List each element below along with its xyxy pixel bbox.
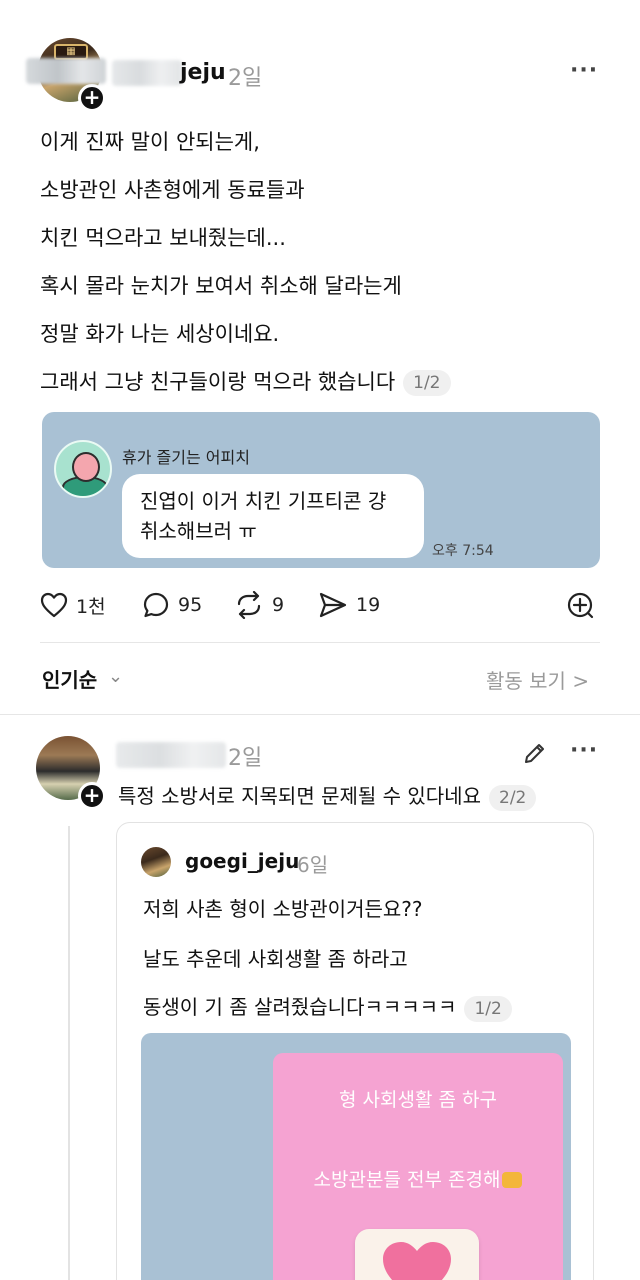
follow-plus-icon[interactable]: + <box>78 84 106 112</box>
quoted-text-line: 저희 사촌 형이 소방관이거든요?? <box>143 897 423 921</box>
blurred-username <box>116 742 226 768</box>
heart-icon <box>40 592 68 618</box>
post-text-line: 소방관인 사촌형에게 동료들과 <box>40 178 305 202</box>
blurred-username-2 <box>112 60 182 86</box>
chat-sender-name: 휴가 즐기는 어피치 <box>122 448 250 467</box>
post-text-line: 그래서 그냥 친구들이랑 먹으라 했습니다 1/2 <box>40 366 451 396</box>
reply-text-body: 특정 소방서로 지목되면 문제될 수 있다네요 <box>118 784 481 808</box>
chat-bubble-line: 취소해브러 ㅠ <box>140 519 257 543</box>
post-text-line: 정말 화가 나는 세상이네요. <box>40 322 280 346</box>
comment-count: 95 <box>178 594 203 616</box>
quoted-text-line: 동생이 기 좀 살려줬습니다ㅋㅋㅋㅋㅋ 1/2 <box>143 991 512 1022</box>
chat-bubble: 진엽이 이거 치킨 기프티콘 걍 취소해브러 ㅠ <box>122 474 424 558</box>
activity-link[interactable]: 활동 보기 > <box>486 665 589 694</box>
repost-icon <box>237 591 261 619</box>
add-quote-button[interactable] <box>566 590 602 620</box>
heart-icon <box>383 1242 451 1280</box>
sort-dropdown[interactable]: 인기순 <box>42 664 97 693</box>
more-options-icon[interactable]: ··· <box>570 738 598 763</box>
gift-card-text: 형 사회생활 좀 하구 <box>339 1089 497 1111</box>
like-button[interactable]: 1천 <box>40 590 106 620</box>
chat-avatar <box>54 440 112 498</box>
post-text-last: 그래서 그냥 친구들이랑 먹으라 했습니다 <box>40 370 396 394</box>
heart-sticker <box>355 1229 479 1280</box>
quoted-username[interactable]: goegi_jeju <box>185 849 299 873</box>
quoted-author-avatar <box>141 847 171 877</box>
chevron-down-icon[interactable]: ⌄ <box>108 666 123 687</box>
repost-count: 9 <box>272 594 285 616</box>
post-username[interactable]: jeju <box>180 60 226 85</box>
gift-card: 형 사회생활 좀 하구 소방관분들 전부 존경해 <box>273 1053 563 1280</box>
follow-plus-icon[interactable]: + <box>78 782 106 810</box>
share-count: 19 <box>356 594 381 616</box>
share-button[interactable]: 19 <box>318 590 380 620</box>
post-text-line: 혹시 몰라 눈치가 보여서 취소해 달라는게 <box>40 274 402 298</box>
chat-time: 오후 7:54 <box>432 543 494 559</box>
send-icon <box>319 592 347 618</box>
repost-button[interactable]: 9 <box>234 590 284 620</box>
like-count: 1천 <box>76 595 106 618</box>
quoted-text-last: 동생이 기 좀 살려줬습니다ㅋㅋㅋㅋㅋ <box>143 995 457 1019</box>
post-text-line: 이게 진짜 말이 안되는게, <box>40 130 260 154</box>
thread-pager: 1/2 <box>403 370 451 396</box>
quoted-text-line: 날도 추운데 사회생활 좀 하라고 <box>143 947 408 971</box>
comment-button[interactable]: 95 <box>142 590 202 620</box>
thread-pager: 2/2 <box>489 784 537 811</box>
blurred-username <box>26 58 106 84</box>
avatar-face <box>72 452 100 482</box>
reply-time: 2일 <box>228 746 263 771</box>
post-time: 2일 <box>228 66 263 91</box>
gift-card-text-2: 소방관분들 전부 존경해 <box>313 1169 501 1191</box>
gift-card-text-line: 소방관분들 전부 존경해 <box>273 1165 563 1192</box>
plus-circle-icon <box>567 592 594 619</box>
post-text-line: 치킨 먹으라고 보내줬는데... <box>40 226 286 250</box>
edit-icon[interactable] <box>522 740 548 770</box>
thread-connector-line <box>68 826 70 1280</box>
divider <box>0 714 640 715</box>
quoted-time: 6일 <box>297 853 329 877</box>
divider <box>40 642 600 643</box>
reply-text: 특정 소방서로 지목되면 문제될 수 있다네요 2/2 <box>118 780 537 811</box>
post-image[interactable]: 휴가 즐기는 어피치 진엽이 이거 치킨 기프티콘 걍 취소해브러 ㅠ 오후 7… <box>42 412 600 568</box>
gift-emoji-icon <box>502 1172 523 1188</box>
comment-icon <box>143 592 169 618</box>
quoted-image[interactable]: 형 사회생활 좀 하구 소방관분들 전부 존경해 <box>141 1033 571 1280</box>
thread-pager: 1/2 <box>464 995 512 1022</box>
quoted-post-card[interactable]: goegi_jeju 6일 저희 사촌 형이 소방관이거든요?? 날도 추운데 … <box>116 822 594 1280</box>
chat-bubble-line: 진엽이 이거 치킨 기프티콘 걍 <box>140 489 387 513</box>
more-options-icon[interactable]: ··· <box>570 58 598 83</box>
